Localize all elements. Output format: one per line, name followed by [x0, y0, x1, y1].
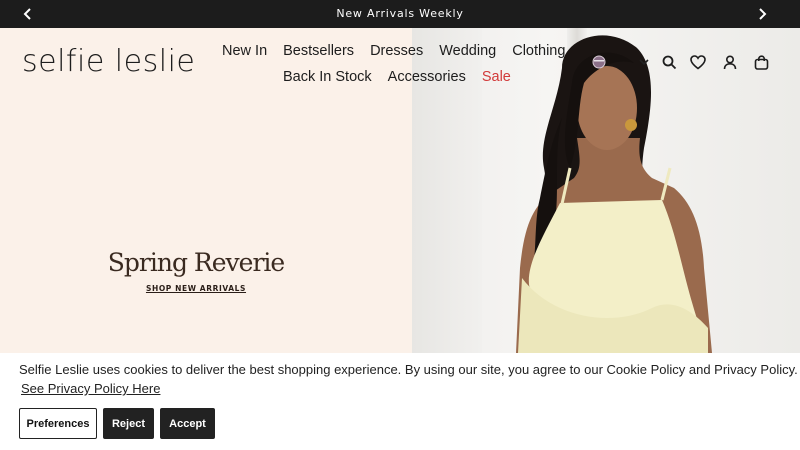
nav-item-bestsellers[interactable]: Bestsellers	[283, 43, 354, 59]
search-icon	[662, 55, 676, 69]
nav-item-clothing[interactable]: Clothing	[512, 43, 565, 59]
reject-button[interactable]: Reject	[103, 408, 154, 439]
wishlist-button[interactable]	[688, 52, 708, 72]
heart-icon	[690, 54, 706, 70]
announcement-bar: New Arrivals Weekly	[0, 0, 800, 28]
chevron-right-icon	[759, 8, 767, 20]
currency-selector[interactable]	[589, 52, 609, 72]
site-logo[interactable]: selfie leslie	[22, 44, 195, 79]
nav-item-accessories[interactable]: Accessories	[388, 69, 466, 85]
main-navigation: New In Bestsellers Dresses Wedding Cloth…	[222, 38, 572, 90]
currency-dropdown-toggle[interactable]	[634, 52, 654, 72]
privacy-policy-link[interactable]: See Privacy Policy Here	[21, 381, 160, 396]
nav-row-secondary: Back In Stock Accessories Sale	[222, 64, 572, 90]
cookie-message: Selfie Leslie uses cookies to deliver th…	[19, 362, 798, 377]
nav-item-wedding[interactable]: Wedding	[439, 43, 496, 59]
account-icon	[723, 54, 737, 69]
account-button[interactable]	[720, 52, 740, 72]
nav-item-back-in-stock[interactable]: Back In Stock	[283, 69, 372, 85]
accept-button[interactable]: Accept	[160, 408, 215, 439]
nav-row-primary: New In Bestsellers Dresses Wedding Cloth…	[222, 38, 572, 64]
search-button[interactable]	[659, 52, 679, 72]
cookie-banner: Selfie Leslie uses cookies to deliver th…	[0, 353, 800, 450]
announcement-next-button[interactable]	[752, 4, 772, 24]
cart-button[interactable]	[751, 52, 771, 72]
currency-flag-icon	[592, 55, 606, 69]
preferences-button[interactable]: Preferences	[19, 408, 97, 439]
announcement-message: New Arrivals Weekly	[336, 7, 464, 20]
shop-new-arrivals-link[interactable]: SHOP NEW ARRIVALS	[0, 284, 392, 293]
hero-headline: Spring Reverie	[107, 248, 285, 277]
bag-icon	[754, 54, 768, 70]
nav-item-new-in[interactable]: New In	[222, 43, 267, 59]
nav-item-sale[interactable]: Sale	[482, 69, 511, 85]
chevron-down-icon	[639, 58, 649, 65]
nav-item-dresses[interactable]: Dresses	[370, 43, 423, 59]
